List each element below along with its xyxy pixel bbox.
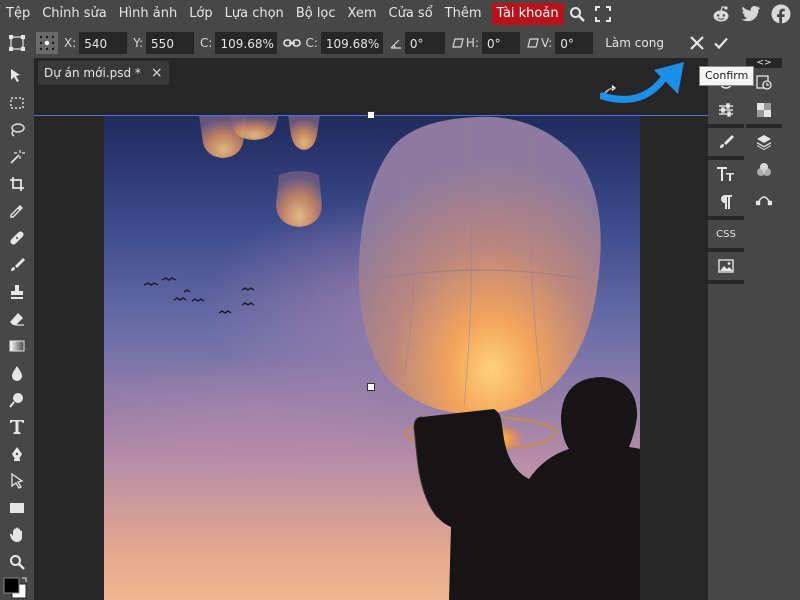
y-position-input[interactable]: 550 px <box>146 32 195 73</box>
x-position-input[interactable]: 540 px <box>79 32 128 73</box>
menu-more[interactable]: Thêm <box>439 3 488 25</box>
skew-v-label: V: <box>540 36 553 50</box>
transform-handle-center[interactable] <box>367 383 375 391</box>
paths-icon[interactable] <box>746 184 782 212</box>
gradient-tool-icon[interactable] <box>5 334 29 358</box>
rotation-input[interactable]: 0° <box>404 32 445 54</box>
swatches-panel-icon[interactable] <box>746 96 782 124</box>
crop-tool-icon[interactable] <box>5 172 29 196</box>
zoom-tool-icon[interactable] <box>5 550 29 574</box>
dodge-tool-icon[interactable] <box>5 388 29 412</box>
pen-tool-icon[interactable] <box>5 442 29 466</box>
clone-stamp-tool-icon[interactable] <box>5 280 29 304</box>
close-tab-icon[interactable]: × <box>151 65 163 81</box>
close-icon[interactable] <box>686 32 708 54</box>
healing-brush-tool-icon[interactable] <box>5 226 29 250</box>
brush-tool-icon[interactable] <box>5 253 29 277</box>
channels-icon[interactable] <box>746 156 782 184</box>
paragraph-icon[interactable] <box>708 188 744 216</box>
search-icon[interactable] <box>564 1 590 27</box>
y-label: Y: <box>133 36 144 50</box>
width-label: C: <box>200 36 213 50</box>
magic-wand-tool-icon[interactable] <box>5 145 29 169</box>
transform-bounds-icon[interactable] <box>6 32 28 54</box>
reddit-icon[interactable] <box>708 1 734 27</box>
menu-bar: Tệp Chỉnh sửa Hình ảnh Lớp Lựa chọn Bộ l… <box>0 0 800 28</box>
x-label: X: <box>64 36 77 50</box>
rectangle-tool-icon[interactable] <box>5 496 29 520</box>
document-tab-title: Dự án mới.psd * <box>44 66 141 80</box>
hand-tool-icon[interactable] <box>5 523 29 547</box>
social-links <box>708 0 800 28</box>
skew-horizontal-icon <box>451 32 465 54</box>
right-panels: CSS <> <box>708 58 800 600</box>
link-icon[interactable] <box>281 32 303 54</box>
panel-separator <box>708 280 744 284</box>
menu-image[interactable]: Hình ảnh <box>113 3 183 25</box>
image-canvas[interactable] <box>104 115 640 600</box>
reference-point-icon[interactable] <box>36 32 58 54</box>
blur-tool-icon[interactable] <box>5 361 29 385</box>
skew-vertical-icon <box>526 32 540 54</box>
document-tab[interactable]: Dự án mới.psd * × <box>38 61 169 85</box>
menu-view[interactable]: Xem <box>342 3 383 25</box>
skew-vertical-input[interactable]: 0° <box>555 32 594 54</box>
menu-account[interactable]: Tài khoản <box>491 3 564 25</box>
options-bar: X: 540 px Y: 550 px C: 109.68% C: 109.68… <box>0 28 800 73</box>
menu-layer[interactable]: Lớp <box>183 3 218 25</box>
lantern-photo <box>104 115 640 600</box>
transform-handle-top[interactable] <box>367 111 375 119</box>
angle-icon <box>389 32 403 54</box>
menu-window[interactable]: Cửa sổ <box>383 3 439 25</box>
skew-h-label: H: <box>465 36 479 50</box>
height-percent-input[interactable]: 109.68% <box>320 32 383 54</box>
tools-panel <box>0 58 33 600</box>
width-percent-input[interactable]: 109.68% <box>215 32 278 54</box>
type-tool-icon[interactable] <box>5 415 29 439</box>
css-panel-button[interactable]: CSS <box>708 220 744 248</box>
image-panel-icon[interactable] <box>708 252 744 280</box>
eraser-tool-icon[interactable] <box>5 307 29 331</box>
menu-edit[interactable]: Chỉnh sửa <box>36 3 113 25</box>
height-label: C: <box>305 36 318 50</box>
menu-select[interactable]: Lựa chọn <box>219 3 290 25</box>
menu-file[interactable]: Tệp <box>0 3 36 25</box>
lasso-tool-icon[interactable] <box>5 118 29 142</box>
adjustments-sliders-icon[interactable] <box>708 96 744 124</box>
facebook-icon[interactable] <box>768 1 794 27</box>
document-workspace: Dự án mới.psd * × <box>34 58 708 600</box>
skew-horizontal-input[interactable]: 0° <box>481 32 520 54</box>
eyedropper-tool-icon[interactable] <box>5 199 29 223</box>
menu-filter[interactable]: Bộ lọc <box>290 3 342 25</box>
move-tool-icon[interactable] <box>5 64 29 88</box>
path-select-tool-icon[interactable] <box>5 469 29 493</box>
brush-panel-icon[interactable] <box>708 128 744 156</box>
layers-icon[interactable] <box>746 128 782 156</box>
marquee-tool-icon[interactable] <box>5 91 29 115</box>
twitter-icon[interactable] <box>738 1 764 27</box>
checkmark-icon[interactable] <box>710 32 732 54</box>
annotation-arrow-icon <box>600 62 684 103</box>
color-swatches-icon[interactable] <box>2 576 30 600</box>
photopea-app: Tệp Chỉnh sửa Hình ảnh Lớp Lựa chọn Bộ l… <box>0 0 800 600</box>
panel-column-1: CSS <box>708 68 744 284</box>
character-icon[interactable] <box>708 160 744 188</box>
fullscreen-icon[interactable] <box>590 1 616 27</box>
warp-button[interactable]: Làm cong <box>605 36 664 50</box>
confirm-tooltip: Confirm <box>699 66 755 86</box>
